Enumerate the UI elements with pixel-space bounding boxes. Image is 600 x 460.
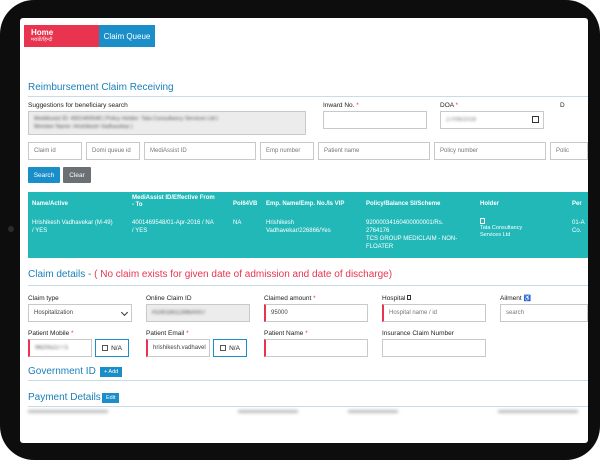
clear-button[interactable]: Clear — [63, 167, 91, 183]
page-title: Reimbursement Claim Receiving — [28, 82, 174, 93]
inward-input[interactable] — [323, 111, 427, 129]
ailment-label: Ailment ♿ — [500, 295, 531, 302]
search-button[interactable]: Search — [28, 167, 60, 183]
patient-mobile-input[interactable]: 9820522771 — [28, 339, 92, 357]
policy-number-input[interactable]: Policy number — [434, 142, 546, 160]
mediassist-id-input[interactable]: MediAssist ID — [144, 142, 256, 160]
patient-name-input[interactable] — [264, 339, 368, 357]
mobile-na-checkbox[interactable]: N/A — [95, 339, 129, 357]
td-per: 01-A Co. — [572, 220, 585, 234]
domi-queue-id-input[interactable]: Domi queue id — [86, 142, 140, 160]
table-row[interactable]: Hrishikesh Vadhavekar (M-49) / YES 40014… — [28, 216, 588, 258]
td-pol64vb: NA — [233, 220, 242, 226]
gov-divider — [28, 380, 588, 381]
th-mediassist: MediAssist ID/Effective From - To — [132, 195, 215, 208]
claim-type-label: Claim type — [28, 295, 59, 302]
edit-payment-button[interactable]: Edit — [102, 393, 120, 403]
ailment-input[interactable]: search — [500, 304, 588, 322]
tab-home-sublabel: मराठी/हिन्दी — [31, 37, 53, 43]
claimed-amount-input[interactable]: 95000 — [264, 304, 368, 322]
claim-divider — [28, 285, 588, 286]
checkbox-icon — [102, 345, 109, 351]
patient-name-search-input[interactable]: Patient name — [318, 142, 430, 160]
tab-home-label: Home — [31, 28, 54, 37]
tab-claim-queue[interactable]: Claim Queue — [99, 25, 155, 47]
patient-mobile-label: Patient Mobile * — [28, 330, 74, 337]
policy-extra-input[interactable]: Polic — [550, 142, 588, 160]
add-government-id-button[interactable]: + Add — [100, 367, 123, 377]
suggestion-line-2: Member Name: Hrishikesh Vadhavekar | — [34, 124, 133, 130]
calendar-icon[interactable] — [532, 116, 539, 123]
hospital-label: Hospital — [382, 295, 412, 302]
online-claim-id-label: Online Claim ID — [146, 295, 192, 302]
tablet-home-dot — [8, 226, 14, 232]
accessibility-icon: ♿ — [523, 296, 531, 302]
tablet-frame: Home मराठी/हिन्दी Claim Queue Reimbursem… — [0, 0, 600, 460]
doa-input[interactable]: 27/09/2016 — [440, 111, 544, 129]
suggestions-box[interactable]: MediAssist ID: 4001469548 | Policy Holde… — [28, 111, 306, 135]
emp-number-input[interactable]: Emp number — [260, 142, 314, 160]
chevron-down-icon — [120, 308, 129, 317]
payment-row-blurred — [28, 410, 588, 416]
building-icon — [407, 295, 412, 300]
payment-details-title: Payment Details — [28, 392, 101, 403]
patient-name-label: Patient Name * — [264, 330, 308, 337]
td-holder: Tata Consultancy Services Ltd — [480, 218, 522, 239]
th-pol64vb: Pol64VB — [233, 201, 258, 207]
doa-value: 27/09/2016 — [446, 117, 477, 123]
claimed-amount-label: Claimed amount * — [264, 295, 316, 302]
doa-label: DOA * — [440, 102, 459, 109]
td-mediassist: 4001469548/01-Apr-2016 / NA / YES — [132, 220, 214, 234]
claim-warning: ( No claim exists for given date of admi… — [94, 269, 393, 280]
app-screen: Home मराठी/हिन्दी Claim Queue Reimbursem… — [20, 18, 588, 443]
dod-label: D — [560, 102, 565, 109]
tab-home[interactable]: Home मराठी/हिन्दी — [24, 25, 99, 47]
suggestion-line-1: MediAssist ID: 4001469548 | Policy Holde… — [34, 116, 219, 122]
top-nav: Home मराठी/हिन्दी Claim Queue — [24, 25, 155, 47]
claim-details-title: Claim details - ( No claim exists for gi… — [28, 269, 393, 280]
email-na-checkbox[interactable]: N/A — [213, 339, 247, 357]
payment-divider — [28, 406, 588, 407]
td-policy: 92000034160400000001/Rs. 2764176 TCS GRO… — [366, 220, 458, 250]
patient-email-input[interactable]: hrishikesh.vadhavel — [146, 339, 210, 357]
suggestions-label: Suggestions for beneficiary search — [28, 102, 128, 109]
th-holder: Holder — [480, 201, 500, 207]
building-icon — [480, 218, 485, 224]
th-policy: Policy/Balance SI/Scheme — [366, 201, 441, 207]
hospital-input[interactable]: Hospital name / id — [382, 304, 486, 322]
inward-label: Inward No. * — [323, 102, 359, 109]
online-claim-id-input[interactable]: H19016022M6A007 — [146, 304, 250, 322]
claim-id-input[interactable]: Claim id — [28, 142, 82, 160]
insurance-claim-number-label: Insurance Claim Number — [382, 330, 454, 337]
th-per: Per — [572, 201, 582, 207]
patient-email-label: Patient Email * — [146, 330, 189, 337]
td-name: Hrishikesh Vadhavekar (M-49) / YES — [32, 220, 113, 234]
results-table-header: Name/Active MediAssist ID/Effective From… — [28, 192, 588, 216]
insurance-claim-number-input[interactable] — [382, 339, 486, 357]
th-emp: Emp. Name/Emp. No./Is VIP — [266, 201, 345, 207]
checkbox-icon — [220, 345, 227, 351]
government-id-title: Government ID — [28, 366, 96, 377]
th-name: Name/Active — [32, 201, 69, 207]
title-divider — [28, 96, 588, 97]
claim-type-select[interactable]: Hospitalization — [28, 304, 132, 322]
td-emp: Hrishikesh Vadhavekar/226866/Yes — [266, 220, 331, 234]
